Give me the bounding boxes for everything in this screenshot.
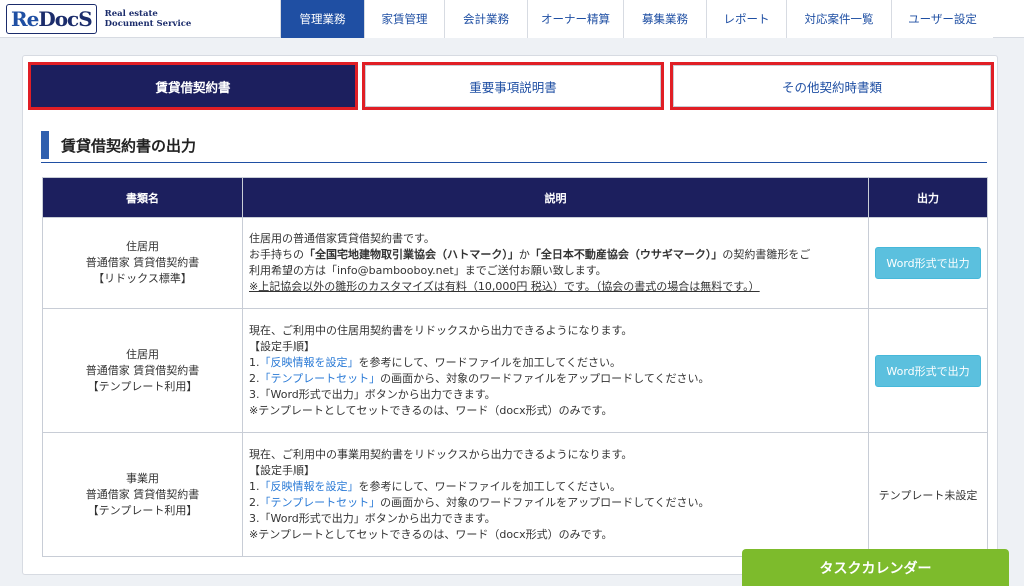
doc-name-line: 普通借家 賃貸借契約書: [85, 487, 200, 501]
logo-mark: Re DocS: [6, 4, 97, 34]
desc-line: 2.「テンプレートセット」の画面から、対象のワードファイルをアップロードしてくだ…: [249, 371, 862, 387]
desc-line: 【設定手順】: [249, 463, 315, 477]
doc-output: テンプレート未設定: [868, 432, 988, 557]
table-header-row: 書類名 説明 出力: [42, 177, 988, 218]
doc-name: 住居用 普通借家 賃貸借契約書 【リドックス標準】: [42, 217, 243, 309]
section-heading: 賃貸借契約書の出力: [41, 129, 987, 163]
document-table: 書類名 説明 出力 住居用 普通借家 賃貸借契約書 【リドックス標準】 住居用の…: [42, 177, 988, 557]
doc-output: Word形式で出力: [868, 308, 988, 433]
desc-text: お手持ちの: [249, 248, 304, 261]
step-num: 2.: [249, 495, 260, 509]
nav-owner-seisan[interactable]: オーナー精算: [527, 0, 623, 38]
desc-line: 3.「Word形式で出力」ボタンから出力できます。: [249, 511, 496, 525]
logo-tagline-1: Real estate: [104, 9, 158, 19]
nav-boshu[interactable]: 募集業務: [623, 0, 706, 38]
tab-sonota-keiyaku[interactable]: その他契約時書類: [673, 65, 991, 107]
desc-bold: 「全国宅地建物取引業協会（ハトマーク）」: [304, 248, 519, 261]
desc-text: の画面から、対象のワードファイルをアップロードしてください。: [380, 495, 710, 509]
link-template-set[interactable]: 「テンプレートセット」: [260, 496, 381, 509]
doc-name-line: 【リドックス標準】: [93, 272, 192, 285]
doc-name-line: 普通借家 賃貸借契約書: [85, 363, 200, 377]
doc-description: 現在、ご利用中の住居用契約書をリドックスから出力できるようになります。 【設定手…: [242, 308, 869, 433]
desc-text: の画面から、対象のワードファイルをアップロードしてください。: [380, 371, 710, 385]
tab-juyo-jiko[interactable]: 重要事項説明書: [365, 65, 661, 107]
desc-note: ※テンプレートとしてセットできるのは、ワード（docx形式）のみです。: [249, 527, 613, 541]
header-output: 出力: [868, 177, 988, 218]
logo-tagline: Real estate Document Service: [105, 9, 192, 29]
link-template-set[interactable]: 「テンプレートセット」: [260, 372, 381, 385]
desc-text: の契約書雛形をご: [722, 248, 811, 261]
header-desc: 説明: [242, 177, 869, 218]
desc-bold: 「全日本不動産協会（ウサギマーク）」: [529, 248, 723, 261]
template-unset-status: テンプレート未設定: [878, 488, 978, 502]
nav-kaikei[interactable]: 会計業務: [444, 0, 527, 38]
nav-user-settings[interactable]: ユーザー設定: [891, 0, 993, 38]
logo-re: Re: [11, 7, 39, 31]
doc-name-line: 普通借家 賃貸借契約書: [85, 256, 200, 269]
top-header: Re DocS Real estate Document Service 管理業務…: [0, 0, 1024, 38]
table-row: 事業用 普通借家 賃貸借契約書 【テンプレート利用】 現在、ご利用中の事業用契約…: [42, 432, 988, 557]
desc-line: 1.「反映情報を設定」を参考にして、ワードファイルを加工してください。: [249, 355, 862, 371]
step-num: 1.: [249, 355, 260, 369]
document-tabs: 賃貸借契約書 重要事項説明書 その他契約時書類: [28, 62, 994, 110]
nav-taiou-anken[interactable]: 対応案件一覧: [786, 0, 891, 38]
word-export-button[interactable]: Word形式で出力: [875, 247, 981, 279]
desc-text: を参考にして、ワードファイルを加工してください。: [358, 355, 621, 369]
doc-name: 事業用 普通借家 賃貸借契約書 【テンプレート利用】: [42, 432, 243, 557]
table-row: 住居用 普通借家 賃貸借契約書 【リドックス標準】 住居用の普通借家賃貸借契約書…: [42, 217, 988, 309]
section-heading-text: 賃貸借契約書の出力: [61, 137, 197, 155]
desc-line: 住居用の普通借家賃貸借契約書です。: [249, 232, 435, 245]
desc-line: お手持ちの「全国宅地建物取引業協会（ハトマーク）」か「全日本不動産協会（ウサギマ…: [249, 247, 862, 263]
desc-line: 利用希望の方は「info@bambooboy.net」までご送付お願い致します。: [249, 264, 607, 277]
link-hanei-settei[interactable]: 「反映情報を設定」: [260, 480, 359, 493]
desc-text: を参考にして、ワードファイルを加工してください。: [358, 479, 621, 493]
doc-name-line: 【テンプレート利用】: [87, 503, 198, 517]
desc-line: 3.「Word形式で出力」ボタンから出力できます。: [249, 387, 496, 401]
desc-note: ※テンプレートとしてセットできるのは、ワード（docx形式）のみです。: [249, 403, 613, 417]
content-panel: 賃貸借契約書 重要事項説明書 その他契約時書類 賃貸借契約書の出力 書類名 説明…: [22, 55, 998, 575]
desc-line: 2.「テンプレートセット」の画面から、対象のワードファイルをアップロードしてくだ…: [249, 495, 862, 511]
logo-docs: DocS: [38, 7, 92, 31]
desc-line: 【設定手順】: [249, 339, 315, 353]
task-calendar-button[interactable]: タスクカレンダー: [742, 549, 1009, 586]
doc-name-line: 【テンプレート利用】: [87, 379, 198, 393]
main-nav: 管理業務 家賃管理 会計業務 オーナー精算 募集業務 レポート 対応案件一覧 ユ…: [280, 0, 993, 38]
desc-note: ※上記協会以外の雛形のカスタマイズは有料（10,000円 税込）です。（協会の書…: [249, 280, 760, 293]
doc-name-line: 事業用: [126, 471, 159, 485]
doc-name-line: 住居用: [126, 240, 159, 253]
desc-text: か: [518, 248, 530, 261]
desc-line: 1.「反映情報を設定」を参考にして、ワードファイルを加工してください。: [249, 479, 862, 495]
link-hanei-settei[interactable]: 「反映情報を設定」: [260, 356, 359, 369]
table-row: 住居用 普通借家 賃貸借契約書 【テンプレート利用】 現在、ご利用中の住居用契約…: [42, 308, 988, 433]
doc-name-line: 住居用: [126, 347, 159, 361]
nav-report[interactable]: レポート: [706, 0, 786, 38]
doc-description: 現在、ご利用中の事業用契約書をリドックスから出力できるようになります。 【設定手…: [242, 432, 869, 557]
doc-output: Word形式で出力: [868, 217, 988, 309]
step-num: 1.: [249, 479, 260, 493]
step-num: 2.: [249, 371, 260, 385]
nav-kanri[interactable]: 管理業務: [280, 0, 364, 38]
word-export-button[interactable]: Word形式で出力: [875, 354, 981, 387]
logo-tagline-2: Document Service: [104, 19, 192, 29]
desc-line: 現在、ご利用中の事業用契約書をリドックスから出力できるようになります。: [249, 447, 633, 461]
nav-yachin[interactable]: 家賃管理: [364, 0, 444, 38]
tab-chintai-keiyakusho[interactable]: 賃貸借契約書: [31, 65, 355, 107]
section-heading-bar: [41, 131, 49, 159]
logo[interactable]: Re DocS Real estate Document Service: [6, 4, 191, 34]
doc-name: 住居用 普通借家 賃貸借契約書 【テンプレート利用】: [42, 308, 243, 433]
doc-description: 住居用の普通借家賃貸借契約書です。 お手持ちの「全国宅地建物取引業協会（ハトマー…: [242, 217, 869, 309]
header-name: 書類名: [42, 177, 243, 218]
desc-line: 現在、ご利用中の住居用契約書をリドックスから出力できるようになります。: [249, 323, 633, 337]
